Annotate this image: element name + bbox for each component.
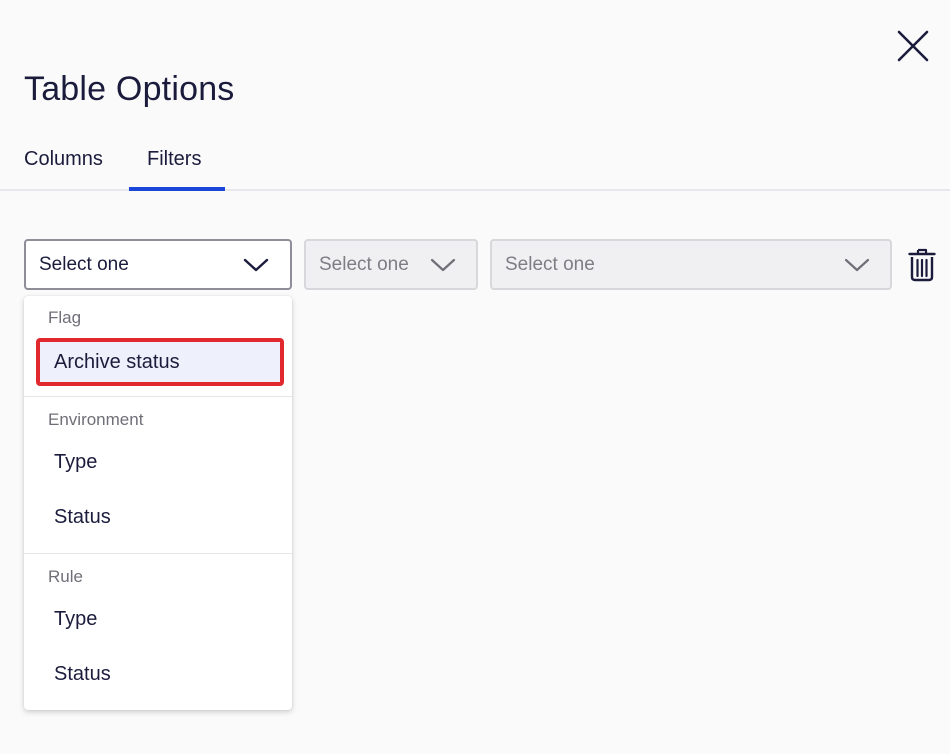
filter-field-select-value: Select one <box>39 253 129 275</box>
close-button[interactable] <box>893 26 933 66</box>
trash-icon <box>908 248 936 282</box>
delete-filter-button[interactable] <box>903 246 941 284</box>
chevron-down-icon <box>243 258 269 272</box>
close-icon <box>897 30 929 62</box>
filter-value-select-value: Select one <box>505 253 595 275</box>
tab-columns[interactable]: Columns <box>24 148 103 171</box>
group-label-rule: Rule <box>48 567 83 586</box>
table-options-dialog: Table Options Columns Filters Select one… <box>0 0 950 754</box>
option-environment-status[interactable]: Status <box>54 506 111 529</box>
chevron-down-icon <box>430 258 456 272</box>
group-divider <box>24 396 292 397</box>
group-label-environment: Environment <box>48 410 144 429</box>
tab-filters[interactable]: Filters <box>147 148 201 171</box>
chevron-down-icon <box>844 258 870 272</box>
filter-field-select[interactable]: Select one <box>24 239 292 290</box>
filter-operator-select-value: Select one <box>319 253 409 275</box>
option-environment-type[interactable]: Type <box>54 451 97 474</box>
filter-value-select[interactable]: Select one <box>490 239 892 290</box>
dialog-title: Table Options <box>24 70 235 108</box>
filter-field-dropdown: Flag Archive status Environment Type Sta… <box>24 296 292 710</box>
option-rule-type[interactable]: Type <box>54 608 97 631</box>
option-rule-status[interactable]: Status <box>54 663 111 686</box>
tab-bar: Columns Filters <box>0 130 950 191</box>
option-flag-archive-status[interactable]: Archive status <box>36 338 284 386</box>
group-divider <box>24 553 292 554</box>
active-tab-indicator <box>129 187 225 191</box>
group-label-flag: Flag <box>48 308 82 327</box>
filter-operator-select[interactable]: Select one <box>304 239 478 290</box>
